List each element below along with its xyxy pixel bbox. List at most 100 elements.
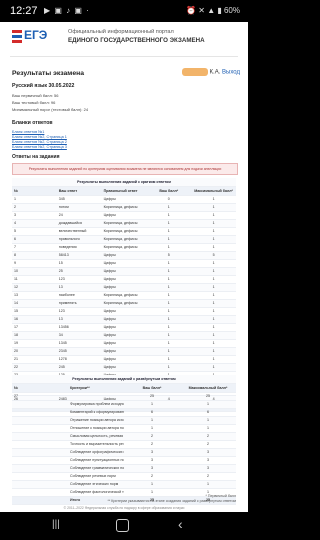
table-cell: 1	[146, 315, 192, 324]
table-cell: 1	[191, 227, 236, 236]
avatar	[181, 68, 208, 76]
table-cell: 1	[146, 275, 192, 284]
recent-apps-icon[interactable]: |||	[52, 520, 62, 530]
table-cell: 1	[146, 291, 192, 300]
table-row: Смысловая цельность, речевая связность и…	[12, 432, 236, 441]
table-cell: Кириллица, дефисы	[101, 299, 147, 308]
table-cell: 1	[191, 219, 236, 228]
table-row: 11 123 Цифры 1 1	[12, 275, 236, 284]
table-cell: 1	[146, 203, 192, 212]
table-cell: 1	[191, 211, 236, 220]
table-cell: 18	[12, 331, 57, 340]
table-cell	[12, 464, 68, 473]
table-cell: Цифры	[101, 195, 147, 204]
table-cell: 1	[146, 243, 192, 252]
table-cell: Отражение позиции автора исходного текст…	[68, 416, 124, 425]
table-cell: Цифры	[101, 331, 147, 340]
ege-logo-icon[interactable]	[12, 30, 22, 44]
user-name: К.А.	[209, 69, 221, 76]
table-cell	[12, 456, 68, 465]
blank-link-4[interactable]: Бланк ответов №2, Страница 3	[12, 145, 67, 149]
table-cell: 12	[12, 283, 57, 292]
table-row: Соблюдение речевых норм 2 2	[12, 472, 236, 481]
table-cell: 1278	[56, 355, 102, 364]
table-row: 9 15 Цифры 1 1	[12, 259, 236, 268]
table-cell: 1	[191, 339, 236, 348]
table-cell: 1	[191, 275, 236, 284]
table-cell: 27	[12, 392, 68, 401]
table-cell: 15	[12, 307, 57, 316]
col-header: Ваш балл*	[124, 383, 180, 393]
logout-link[interactable]: Выход	[222, 70, 240, 76]
table-cell	[12, 440, 68, 449]
system-icons: ⏰ ✕ ▲ ▮ 60%	[186, 6, 240, 15]
table-row: Соблюдение орфографических норм33	[12, 448, 236, 457]
table-cell: Цифры	[101, 347, 147, 356]
table-cell: 3	[124, 456, 180, 465]
table-cell: Цифры	[101, 363, 147, 372]
table-cell: 123	[56, 307, 102, 316]
table-cell: 17	[12, 323, 57, 332]
table-cell: 1	[191, 315, 236, 324]
table-cell: 1	[191, 323, 236, 332]
table-cell: 10	[12, 267, 57, 276]
table-cell: 1	[124, 416, 180, 425]
table-cell: 5	[191, 251, 236, 260]
table-cell: 5	[146, 251, 192, 260]
table-cell: 1	[146, 259, 192, 268]
blank-link-2[interactable]: Бланк ответов №2, Страница 1	[12, 135, 67, 139]
test-score: Ваш тестовый балл: 96	[12, 100, 56, 105]
answers-title: Ответы на задания	[12, 154, 60, 160]
table-cell: Точность и выразительность речи	[68, 440, 124, 449]
table-cell: 3	[180, 448, 236, 457]
table-cell: 1	[180, 424, 236, 433]
table-cell: наиболее	[56, 291, 102, 300]
brand-name[interactable]: ЕГЭ	[24, 28, 47, 42]
table-cell: 1	[180, 400, 236, 409]
table-cell: 1	[191, 307, 236, 316]
table-row: 20 2345 Цифры 1 1	[12, 347, 236, 356]
table-cell	[12, 480, 68, 489]
table-row: 3 24 Цифры 1 1	[12, 211, 236, 220]
table-cell: 1	[146, 339, 192, 348]
table-cell: 1	[191, 291, 236, 300]
status-time: 12:27	[10, 5, 38, 17]
table-cell: 3	[180, 464, 236, 473]
blank-link-1[interactable]: Бланк ответов №1	[12, 130, 44, 134]
table-cell: 58413	[56, 251, 102, 260]
table-cell: 1	[146, 219, 192, 228]
table-cell: 6	[180, 408, 236, 417]
table-cell: Цифры	[101, 315, 147, 324]
table-cell: 1	[146, 323, 192, 332]
table-cell	[12, 472, 68, 481]
table-cell: 1	[146, 355, 192, 364]
home-icon[interactable]	[116, 519, 129, 532]
table-cell: 1	[146, 331, 192, 340]
table-cell: 1	[191, 299, 236, 308]
browser-page: ЕГЭ Официальный информационный портал ЕД…	[0, 22, 248, 512]
blank-link-3[interactable]: Бланк ответов №2, Страница 2	[12, 140, 67, 144]
primary-score: Ваш первичный балл: 56	[12, 93, 59, 98]
table-cell: Кириллица, дефисы	[101, 243, 147, 252]
back-icon[interactable]: ‹	[178, 516, 183, 532]
table-cell: Цифры	[101, 355, 147, 364]
table-cell	[12, 424, 68, 433]
table-cell	[12, 400, 68, 409]
table-cell	[12, 448, 68, 457]
table-cell: Формулировка проблем исходного текста	[68, 400, 124, 409]
table-row: 19 1345 Цифры 1 1	[12, 339, 236, 348]
table-row: Комментарий к сформулированной проблеме …	[12, 408, 236, 417]
blanks-title: Бланки ответов	[12, 120, 53, 126]
table-cell: Цифры	[101, 267, 147, 276]
table-cell: Цифры	[101, 251, 147, 260]
table-cell: Соблюдение речевых норм	[68, 472, 124, 481]
table-row: Отношение к позиции автора по проблеме и…	[12, 424, 236, 433]
table-cell: 2	[124, 432, 180, 441]
table-cell: 1	[124, 400, 180, 409]
table-cell: 7	[12, 243, 57, 252]
table-cell: Соблюдение орфографических норм	[68, 448, 124, 457]
table-row: 7 поведения Кириллица, дефисы 1 1	[12, 243, 236, 252]
navigation-bar: ||| ‹	[0, 512, 248, 540]
table-cell: 19	[12, 339, 57, 348]
table-cell: 3	[124, 448, 180, 457]
